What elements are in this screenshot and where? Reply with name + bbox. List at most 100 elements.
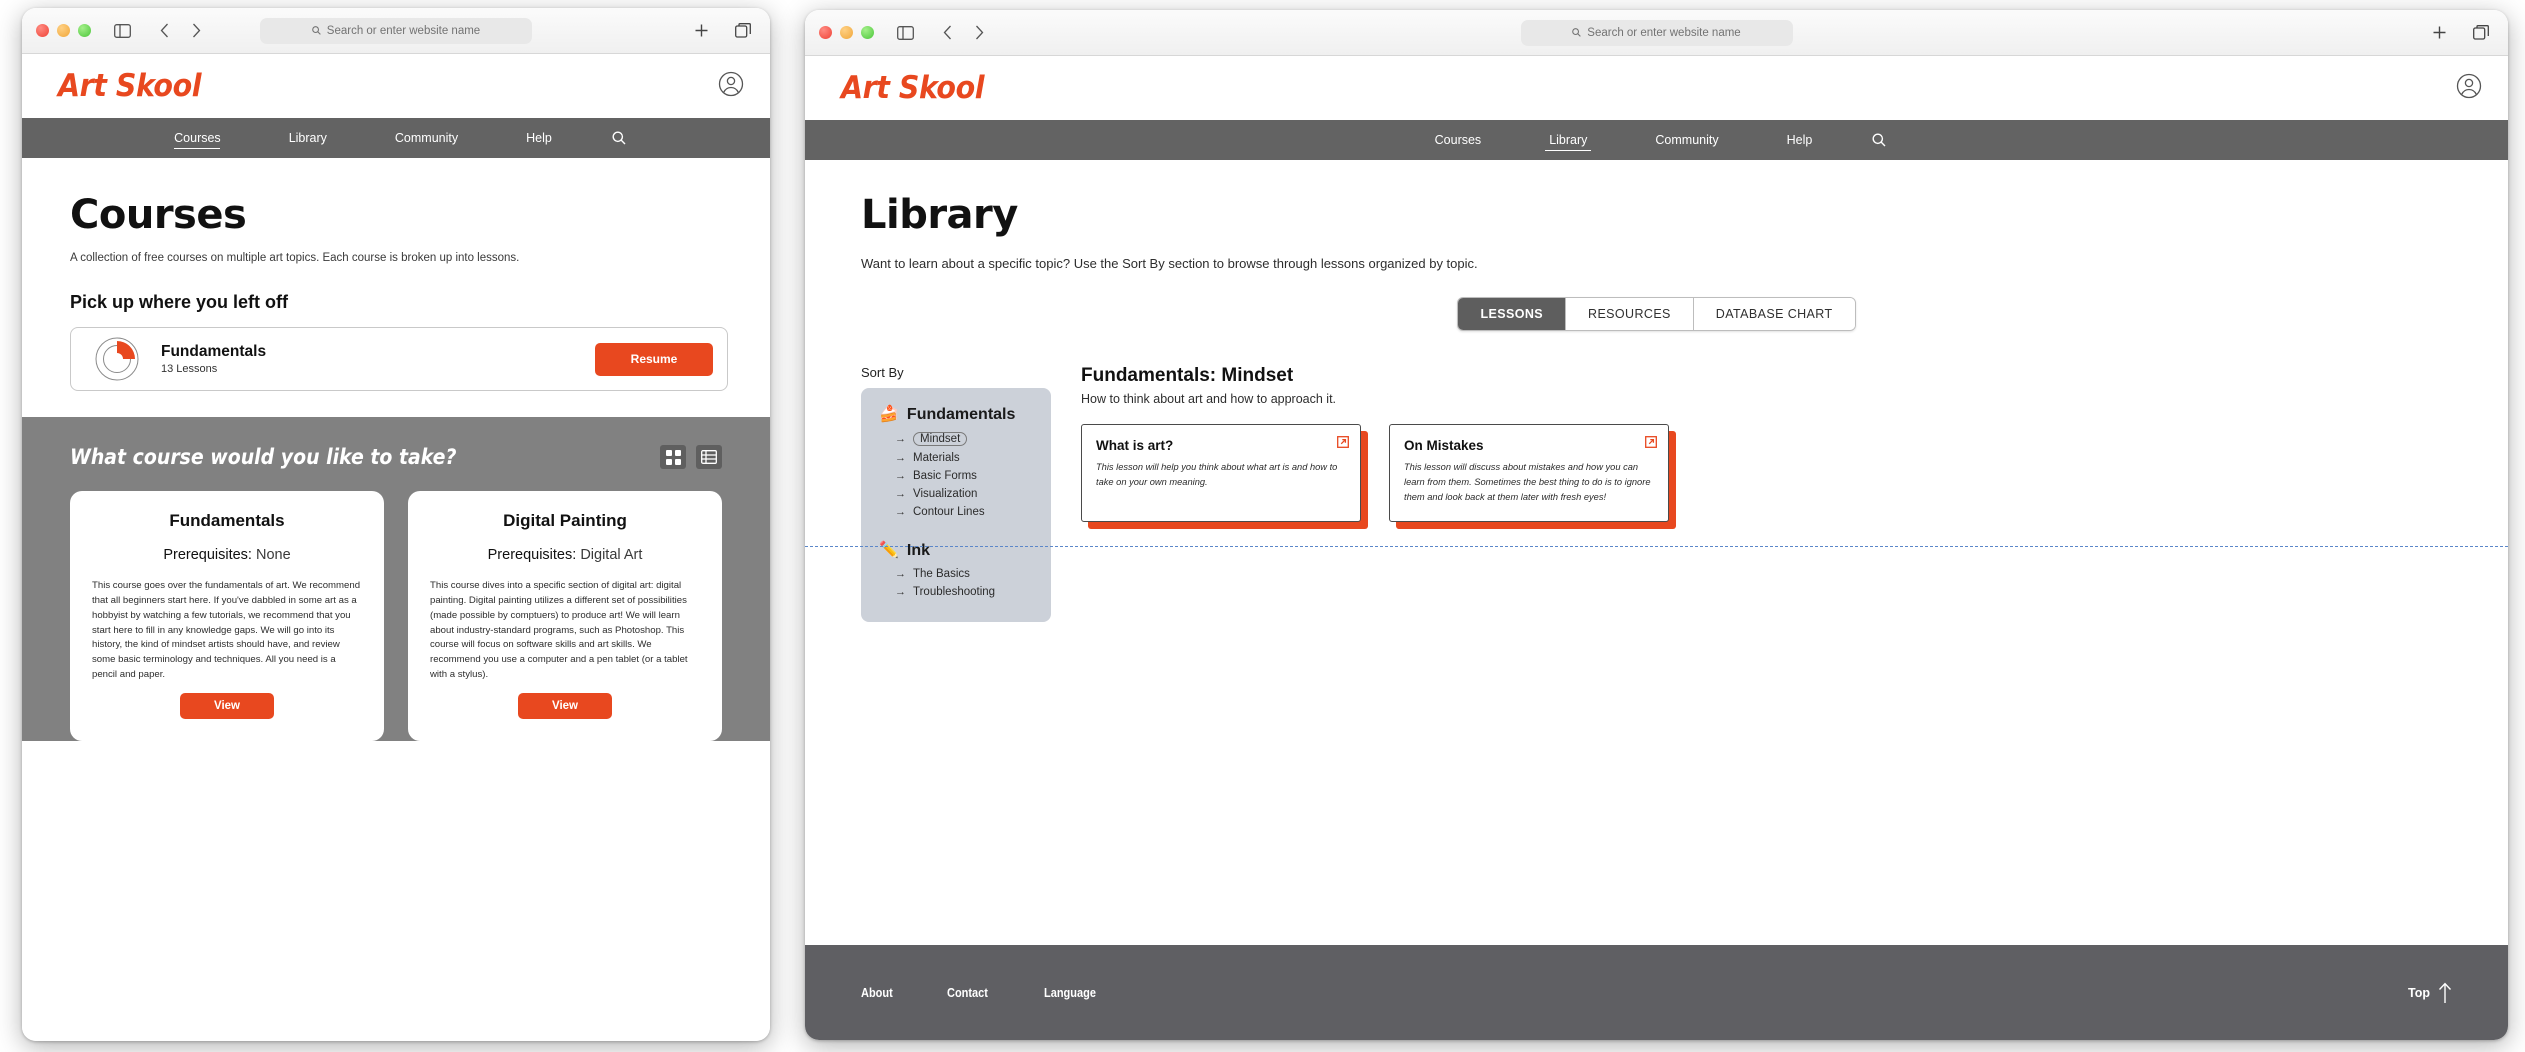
nav-item-help[interactable]: Help [492, 118, 586, 158]
page-title: Library [861, 192, 1018, 238]
site-footer: About Contact Language Top [805, 945, 2508, 1040]
course-card-prereq: Prerequisites: None [92, 547, 362, 563]
lesson-card[interactable]: On Mistakes This lesson will discuss abo… [1389, 424, 1669, 522]
nav-item-library[interactable]: Library [1515, 120, 1621, 160]
search-icon [311, 26, 321, 35]
nav-search-icon[interactable] [1846, 133, 1912, 147]
nav-item-community[interactable]: Community [361, 118, 492, 158]
forward-arrow-icon[interactable] [183, 18, 209, 44]
nav-item-courses[interactable]: Courses [140, 118, 255, 158]
plus-icon[interactable] [2426, 20, 2452, 46]
course-card-prereq: Prerequisites: Digital Art [430, 547, 700, 563]
site-logo[interactable]: Art Skool [841, 70, 984, 106]
resume-course-card[interactable]: Fundamentals 13 Lessons Resume [70, 327, 728, 391]
resume-text: Fundamentals 13 Lessons [161, 343, 575, 375]
sort-group-fundamentals[interactable]: 🍰 Fundamentals [879, 406, 1037, 424]
account-avatar-icon[interactable] [718, 71, 744, 102]
tab-lessons[interactable]: LESSONS [1458, 298, 1567, 330]
resume-course-title: Fundamentals [161, 343, 267, 360]
footer-link-about[interactable]: About [861, 986, 893, 1000]
site-logo[interactable]: Art Skool [58, 68, 201, 104]
back-to-top-button[interactable]: Top [2408, 982, 2452, 1004]
prereq-label: Prerequisites: [163, 547, 252, 563]
sort-item-label: Troubleshooting [913, 586, 996, 598]
page-lede: A collection of free courses on multiple… [70, 252, 520, 264]
footer-link-language[interactable]: Language [1044, 986, 1096, 1000]
back-arrow-icon[interactable] [934, 20, 960, 46]
nav-arrows[interactable] [151, 18, 209, 44]
nav-item-library[interactable]: Library [255, 118, 361, 158]
brand-bar: Art Skool [805, 56, 2508, 120]
sort-item-visualization[interactable]: → Visualization [895, 488, 1037, 500]
course-picker-section: What course would you like to take? Fund… [22, 417, 770, 742]
course-card[interactable]: Digital Painting Prerequisites: Digital … [408, 491, 722, 742]
sort-item-label: Contour Lines [913, 506, 985, 518]
courses-page: Art Skool Courses Library Community Help [22, 54, 770, 1041]
titlebar: Search or enter website name [805, 10, 2508, 56]
view-mode-toggle[interactable] [660, 445, 722, 469]
nav-item-community[interactable]: Community [1621, 120, 1752, 160]
sidebar-toggle-icon[interactable] [109, 18, 135, 44]
address-bar[interactable]: Search or enter website name [260, 17, 532, 44]
search-icon [1572, 28, 1582, 37]
lesson-card-desc: This lesson will discuss about mistakes … [1404, 462, 1651, 502]
minimize-window-button[interactable] [840, 26, 853, 39]
sort-group-items: → Mindset → Materials → Basic Forms → Vi… [895, 432, 1037, 518]
maximize-window-button[interactable] [78, 24, 91, 37]
course-card[interactable]: Fundamentals Prerequisites: None This co… [70, 491, 384, 742]
back-to-top-label: Top [2408, 985, 2430, 1000]
address-bar[interactable]: Search or enter website name [1520, 19, 1793, 46]
library-page: Art Skool Courses Library Community Help [805, 56, 2508, 1040]
forward-arrow-icon[interactable] [966, 20, 992, 46]
pickup-heading: Pick up where you left off [70, 292, 289, 312]
nav-item-help[interactable]: Help [1753, 120, 1847, 160]
up-arrow-icon [2438, 982, 2452, 1003]
resume-button[interactable]: Resume [595, 342, 713, 376]
course-card-grid: Fundamentals Prerequisites: None This co… [70, 491, 722, 742]
external-link-icon[interactable] [1337, 435, 1349, 453]
back-arrow-icon[interactable] [151, 18, 177, 44]
address-bar-placeholder: Search or enter website name [1587, 26, 1741, 39]
sidebar-toggle-icon[interactable] [892, 20, 918, 46]
grid-view-icon[interactable] [660, 445, 686, 469]
lesson-card[interactable]: What is art? This lesson will help you t… [1081, 424, 1361, 522]
main-nav: Courses Library Community Help [805, 120, 2508, 160]
browser-window-courses: Search or enter website name Art Skool C… [22, 8, 770, 1041]
plus-icon[interactable] [688, 18, 714, 44]
window-traffic-lights[interactable] [819, 26, 874, 39]
sort-item-contour-lines[interactable]: → Contour Lines [895, 506, 1037, 518]
account-avatar-icon[interactable] [2456, 73, 2482, 104]
sort-item-the-basics[interactable]: → The Basics [895, 568, 1037, 580]
external-link-icon[interactable] [1645, 435, 1657, 453]
page-title: Courses [70, 192, 247, 238]
nav-arrows[interactable] [934, 20, 992, 46]
minimize-window-button[interactable] [57, 24, 70, 37]
tab-overview-icon[interactable] [2468, 20, 2494, 46]
nav-search-icon[interactable] [586, 131, 652, 145]
sort-item-troubleshooting[interactable]: → Troubleshooting [895, 586, 1037, 598]
arrow-icon: → [895, 452, 906, 464]
sort-by-box: 🍰 Fundamentals → Mindset → Materials → B… [861, 388, 1051, 622]
nav-item-courses[interactable]: Courses [1401, 120, 1516, 160]
prereq-value: Digital Art [580, 547, 643, 563]
close-window-button[interactable] [819, 26, 832, 39]
view-course-button[interactable]: View [518, 693, 612, 720]
titlebar-right-tools [2426, 20, 2494, 46]
sort-item-mindset[interactable]: → Mindset [895, 432, 1037, 446]
tab-database-chart[interactable]: DATABASE CHART [1693, 298, 1855, 330]
window-traffic-lights[interactable] [36, 24, 91, 37]
tab-overview-icon[interactable] [730, 18, 756, 44]
courses-intro-section: Courses A collection of free courses on … [22, 158, 770, 417]
lesson-card-title: On Mistakes [1404, 438, 1484, 453]
list-view-icon[interactable] [696, 445, 722, 469]
library-body: Library Want to learn about a specific t… [805, 160, 2508, 622]
footer-link-contact[interactable]: Contact [947, 986, 988, 1000]
view-course-button[interactable]: View [180, 693, 274, 720]
page-lede: Want to learn about a specific topic? Us… [861, 256, 1478, 271]
maximize-window-button[interactable] [861, 26, 874, 39]
close-window-button[interactable] [36, 24, 49, 37]
sort-item-materials[interactable]: → Materials [895, 452, 1037, 464]
tab-resources[interactable]: RESOURCES [1566, 298, 1694, 330]
sort-group-ink[interactable]: ✏️ Ink [879, 542, 1037, 560]
sort-item-basic-forms[interactable]: → Basic Forms [895, 470, 1037, 482]
